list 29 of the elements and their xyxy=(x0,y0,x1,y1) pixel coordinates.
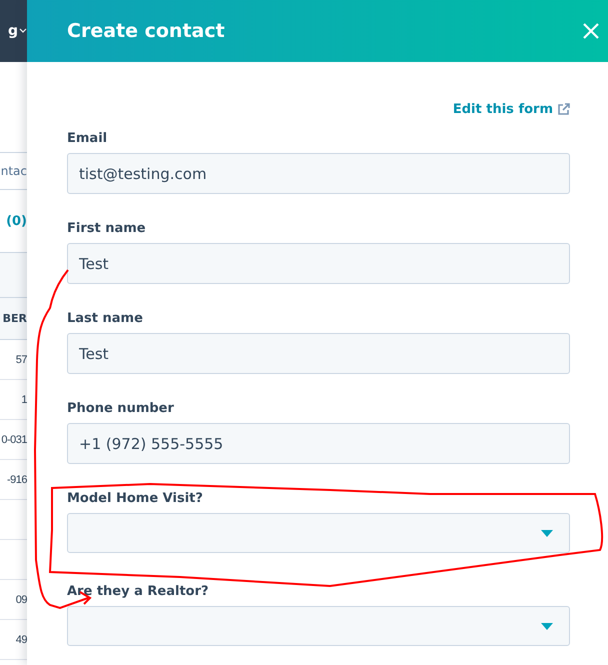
close-icon xyxy=(582,22,600,40)
input-field[interactable]: Test xyxy=(67,333,570,374)
external-link-icon xyxy=(557,103,570,116)
table-cell: 09 xyxy=(16,594,27,606)
field-label: First name xyxy=(67,221,147,236)
table-cell: 49 xyxy=(16,634,27,646)
chevron-icon xyxy=(19,28,27,34)
dropdown-field[interactable] xyxy=(67,513,570,553)
table-cell: 0-031 xyxy=(1,434,27,446)
input-field[interactable]: tist@testing.com xyxy=(67,153,570,194)
field-label: Email xyxy=(67,131,108,146)
caret-icon xyxy=(541,530,553,536)
field-label: Last name xyxy=(67,311,144,326)
input-field[interactable]: +1 (972) 555-5555 xyxy=(67,423,570,464)
column-header: BER xyxy=(2,312,27,325)
dropdown-field[interactable] xyxy=(67,606,570,646)
table-cell: -916 xyxy=(6,474,27,486)
caret-icon xyxy=(541,622,553,630)
panel-title: Create contact xyxy=(67,20,225,42)
table-cell: 1 xyxy=(21,394,27,406)
tab-label[interactable]: ntac xyxy=(0,164,27,178)
input-field[interactable]: Test xyxy=(67,243,570,284)
edit-form-link[interactable]: Edit this form xyxy=(452,102,570,117)
field-label: Are they a Realtor? xyxy=(67,584,210,599)
table-cell: 57 xyxy=(16,354,27,366)
count-text: (0) xyxy=(6,214,27,228)
menu-label[interactable]: g xyxy=(8,23,18,39)
field-label: Phone number xyxy=(67,401,175,416)
field-label: Model Home Visit? xyxy=(67,491,204,506)
